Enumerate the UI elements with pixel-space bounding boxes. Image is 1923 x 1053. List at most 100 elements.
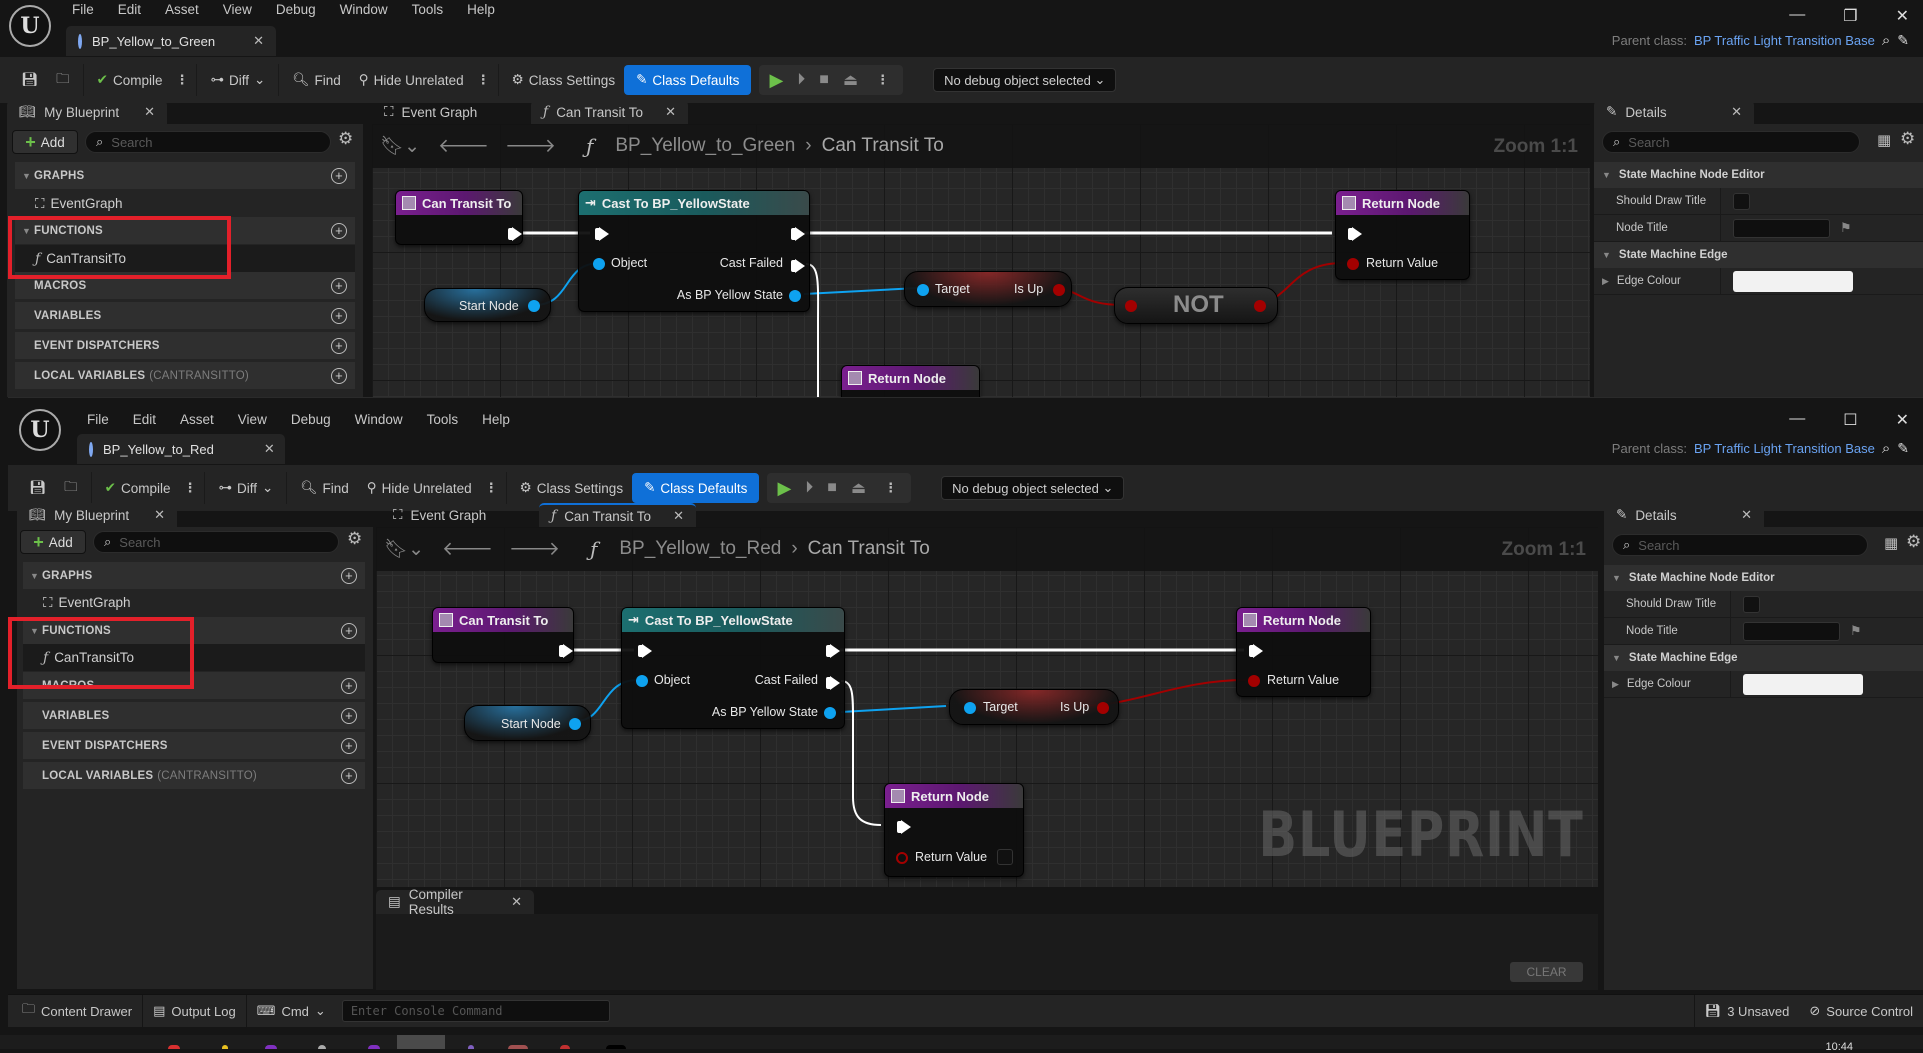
my-blueprint-search-input[interactable] bbox=[119, 535, 306, 550]
details-section-edge[interactable]: ▼State Machine Edge bbox=[1604, 645, 1923, 671]
function-item-cantransitto[interactable]: ƒCanTransitTo bbox=[23, 644, 365, 671]
table-view-icon[interactable]: ▦ bbox=[1877, 131, 1891, 149]
play-options-button[interactable]: ⋮ bbox=[880, 480, 901, 496]
source-control-button[interactable]: ⊘Source Control bbox=[1799, 995, 1923, 1027]
menu-window[interactable]: Window bbox=[328, 2, 400, 17]
close-window-icon[interactable]: ✕ bbox=[1896, 6, 1909, 26]
function-item-cantransitto[interactable]: ƒCanTransitTo bbox=[15, 245, 355, 272]
menu-view[interactable]: View bbox=[211, 2, 264, 17]
my-blueprint-search[interactable]: ⌕ bbox=[93, 531, 339, 553]
close-tab-icon[interactable]: ✕ bbox=[511, 894, 522, 910]
start-node-pin[interactable] bbox=[569, 718, 581, 730]
return-value-pin[interactable] bbox=[1248, 675, 1260, 687]
node-start-node[interactable]: Start Node bbox=[424, 288, 551, 322]
compiler-results-tab[interactable]: ▤Compiler Results✕ bbox=[376, 890, 534, 914]
tab-event-graph[interactable]: ⛶Event Graph bbox=[372, 100, 522, 124]
tab-event-graph[interactable]: ⛶Event Graph bbox=[381, 503, 531, 527]
as-bp-yellow-state-pin[interactable] bbox=[824, 707, 836, 719]
content-drawer-button[interactable]: 🗀Content Drawer bbox=[8, 995, 143, 1027]
not-out-pin[interactable] bbox=[1254, 300, 1266, 312]
play-options-button[interactable]: ⋮ bbox=[872, 72, 893, 88]
close-tab-icon[interactable]: ✕ bbox=[154, 507, 165, 523]
settings-gear-icon[interactable]: ⚙ bbox=[338, 129, 353, 149]
target-pin[interactable] bbox=[917, 284, 929, 296]
node-return-failed[interactable]: Return Node bbox=[841, 365, 980, 397]
section-functions[interactable]: ▼FUNCTIONS+ bbox=[23, 617, 365, 644]
exec-in-pin[interactable] bbox=[901, 820, 911, 834]
cast-failed-pin[interactable] bbox=[795, 259, 805, 273]
target-pin[interactable] bbox=[964, 702, 976, 714]
taskbar-app-icon[interactable] bbox=[222, 1045, 228, 1049]
taskbar-app-icon[interactable] bbox=[168, 1045, 180, 1049]
node-cast-to-bp-yellowstate[interactable]: ⇥Cast To BP_YellowState Object Cast Fail… bbox=[621, 607, 845, 729]
section-local-variables[interactable]: LOCAL VARIABLES(CANTRANSITTO)+ bbox=[23, 762, 365, 789]
localization-flag-icon[interactable]: ⚑ bbox=[1850, 623, 1862, 639]
diff-button[interactable]: ⊶Diff⌄ bbox=[209, 473, 282, 503]
details-search-input[interactable] bbox=[1638, 538, 1833, 553]
class-defaults-button[interactable]: ✎Class Defaults bbox=[632, 473, 759, 503]
edit-pencil-icon[interactable]: ✎ bbox=[1897, 32, 1909, 49]
settings-gear-icon[interactable]: ⚙ bbox=[1900, 129, 1915, 149]
is-up-pin[interactable] bbox=[1053, 284, 1065, 296]
node-not[interactable]: NOT bbox=[1114, 287, 1278, 324]
hide-unrelated-options-button[interactable]: ⋮ bbox=[473, 72, 494, 88]
step-icon[interactable]: ⏵ bbox=[797, 71, 805, 89]
back-arrow-icon[interactable]: 🡐 bbox=[438, 134, 489, 158]
close-tab-icon[interactable]: ✕ bbox=[673, 508, 684, 524]
save-button[interactable]: 💾︎ bbox=[12, 65, 47, 95]
node-title-input[interactable] bbox=[1733, 219, 1830, 238]
section-variables[interactable]: VARIABLES+ bbox=[15, 302, 355, 329]
forward-arrow-icon[interactable]: 🡒 bbox=[505, 134, 556, 158]
stop-icon[interactable]: ■ bbox=[827, 479, 837, 497]
is-up-pin[interactable] bbox=[1097, 702, 1109, 714]
asset-tab[interactable]: BP_Yellow_to_Green ✕ bbox=[66, 26, 276, 56]
menu-edit[interactable]: Edit bbox=[121, 412, 168, 427]
stop-icon[interactable]: ■ bbox=[819, 71, 829, 89]
my-blueprint-search[interactable]: ⌕ bbox=[85, 131, 331, 153]
class-defaults-button[interactable]: ✎Class Defaults bbox=[624, 65, 751, 95]
edit-pencil-icon[interactable]: ✎ bbox=[1897, 440, 1909, 457]
menu-debug[interactable]: Debug bbox=[279, 412, 343, 427]
taskbar-app-icon[interactable] bbox=[606, 1045, 626, 1049]
menu-asset[interactable]: Asset bbox=[168, 412, 226, 427]
details-section-edge[interactable]: ▼State Machine Edge bbox=[1594, 242, 1923, 268]
object-pin[interactable] bbox=[636, 675, 648, 687]
add-variable-icon[interactable]: + bbox=[341, 708, 357, 724]
details-search[interactable]: ⌕ bbox=[1612, 534, 1868, 556]
menu-edit[interactable]: Edit bbox=[106, 2, 153, 17]
close-tab-icon[interactable]: ✕ bbox=[144, 104, 155, 120]
node-can-transit-to[interactable]: Can Transit To bbox=[432, 607, 574, 663]
collapsed-triangle-icon[interactable]: ▶ bbox=[1612, 679, 1619, 690]
taskbar-app-icon[interactable] bbox=[265, 1045, 277, 1049]
bookmark-icon[interactable]: 🔖︎⌄ bbox=[384, 537, 424, 561]
asset-tab[interactable]: BP_Yellow_to_Red ✕ bbox=[77, 434, 285, 464]
step-icon[interactable]: ⏵ bbox=[805, 479, 813, 497]
tab-can-transit-to[interactable]: ƒCan Transit To✕ bbox=[531, 100, 688, 124]
graph-canvas[interactable]: 🔖︎⌄ 🡐 🡒 ƒ BP_Yellow_to_Red › Can Transit… bbox=[376, 527, 1598, 887]
node-can-transit-to[interactable]: Can Transit To bbox=[395, 190, 523, 245]
eject-icon[interactable]: ⏏ bbox=[851, 478, 866, 498]
forward-arrow-icon[interactable]: 🡒 bbox=[509, 537, 560, 561]
menu-debug[interactable]: Debug bbox=[264, 2, 328, 17]
add-local-variable-icon[interactable]: + bbox=[341, 768, 357, 784]
localization-flag-icon[interactable]: ⚑ bbox=[1840, 220, 1852, 236]
section-graphs[interactable]: ▼GRAPHS+ bbox=[23, 562, 365, 589]
section-variables[interactable]: VARIABLES+ bbox=[23, 702, 365, 729]
add-function-icon[interactable]: + bbox=[341, 623, 357, 639]
return-value-checkbox[interactable] bbox=[997, 849, 1013, 865]
close-tab-icon[interactable]: ✕ bbox=[1731, 104, 1742, 120]
close-tab-icon[interactable]: ✕ bbox=[253, 33, 264, 49]
taskbar-app-icon[interactable] bbox=[508, 1045, 528, 1049]
unsaved-button[interactable]: 💾︎3 Unsaved bbox=[1694, 995, 1800, 1027]
edge-colour-swatch[interactable] bbox=[1743, 674, 1863, 695]
section-functions[interactable]: ▼FUNCTIONS+ bbox=[15, 217, 355, 244]
browse-search-icon[interactable]: ⌕ bbox=[1882, 440, 1890, 457]
add-local-variable-icon[interactable]: + bbox=[331, 368, 347, 384]
output-log-button[interactable]: ▤Output Log bbox=[143, 995, 247, 1027]
my-blueprint-tab[interactable]: 📖︎ My Blueprint ✕ bbox=[7, 100, 167, 124]
details-section-node-editor[interactable]: ▼State Machine Node Editor bbox=[1604, 565, 1923, 591]
section-macros[interactable]: MACROS+ bbox=[15, 272, 355, 299]
breadcrumb-blueprint[interactable]: BP_Yellow_to_Red bbox=[619, 538, 781, 560]
graph-canvas[interactable]: 🔖︎⌄ 🡐 🡒 ƒ BP_Yellow_to_Green › Can Trans… bbox=[372, 124, 1590, 397]
close-window-icon[interactable]: ✕ bbox=[1896, 410, 1909, 430]
